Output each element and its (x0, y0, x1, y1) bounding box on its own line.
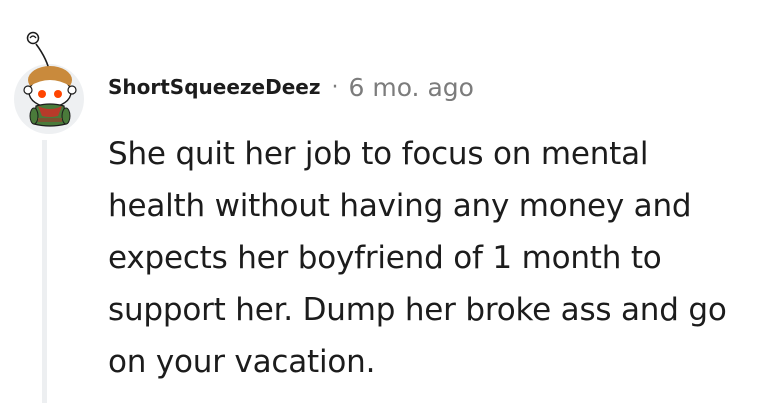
meta-separator: · (331, 74, 339, 100)
comment-timestamp[interactable]: 6 mo. ago (348, 73, 473, 102)
username-link[interactable]: ShortSqueezeDeez (108, 75, 320, 99)
comment-body: She quit her job to focus on mental heal… (108, 136, 727, 380)
comment-meta: ShortSqueezeDeez · 6 mo. ago (108, 70, 474, 104)
reddit-snoo-avatar-icon (23, 31, 77, 127)
user-avatar[interactable] (12, 28, 88, 134)
comment: ShortSqueezeDeez · 6 mo. ago She quit he… (0, 0, 769, 403)
thread-line[interactable] (42, 140, 47, 403)
